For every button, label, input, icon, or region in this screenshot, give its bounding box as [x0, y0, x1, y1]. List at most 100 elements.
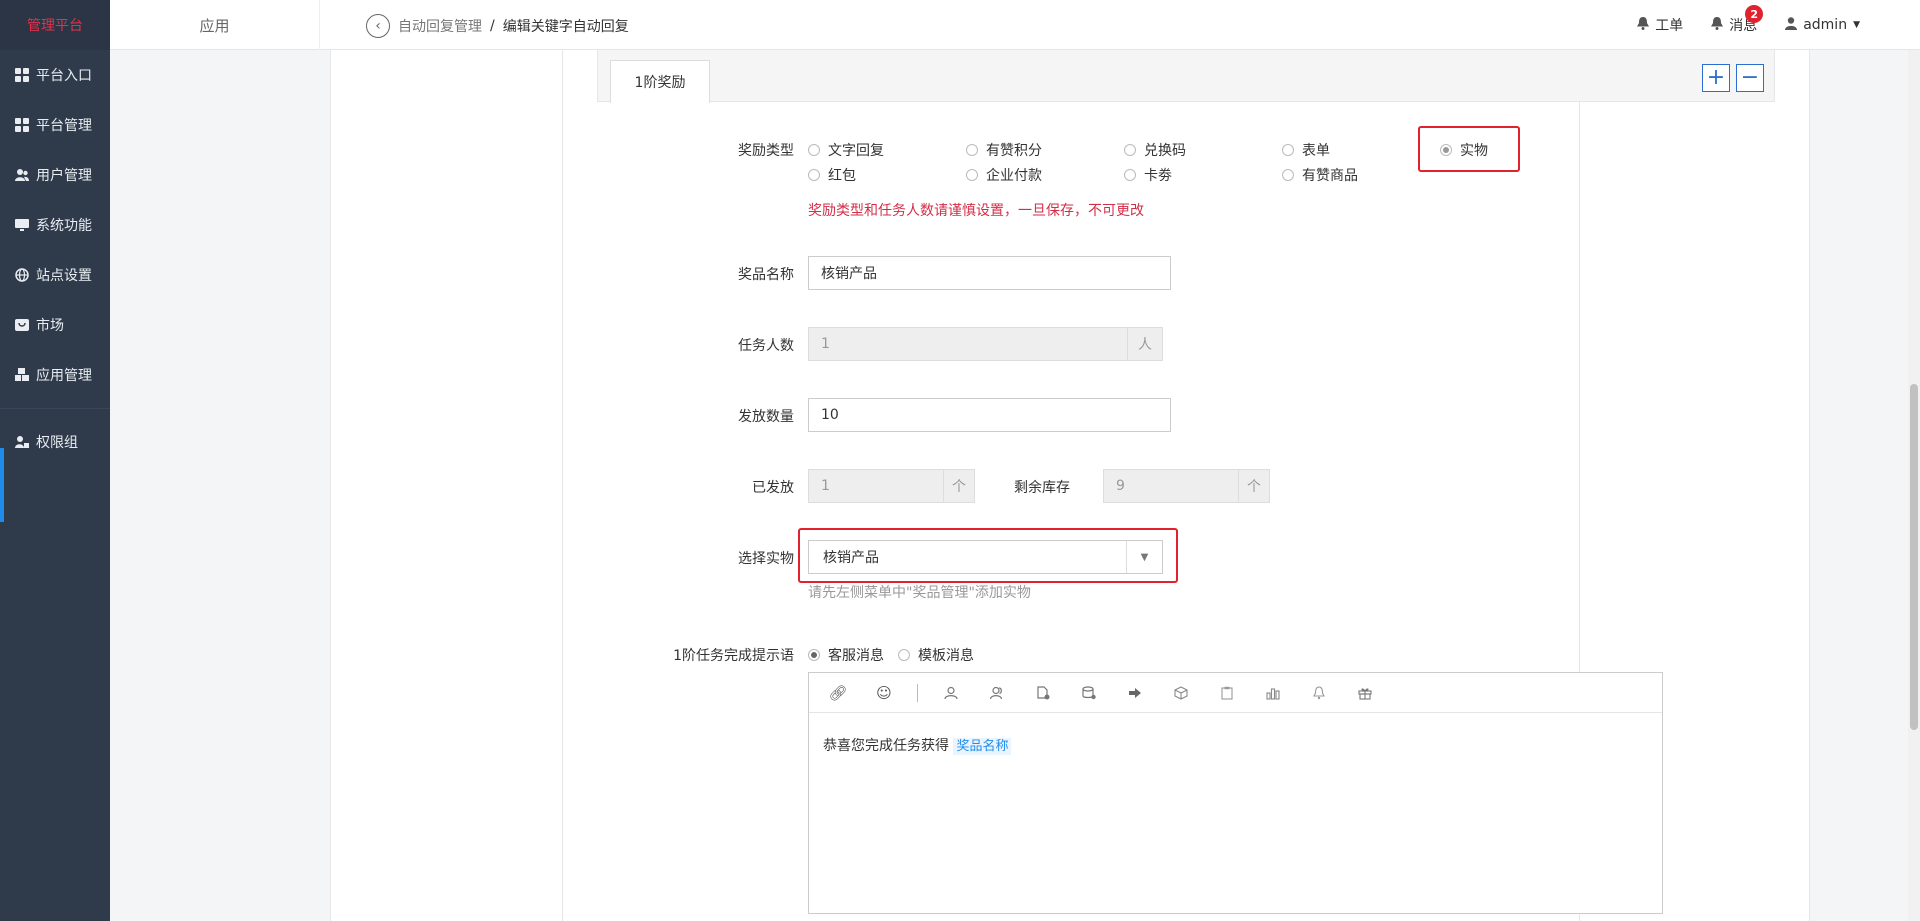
option-label: 模板消息 [918, 648, 974, 664]
bar-chart-icon[interactable] [1260, 680, 1286, 706]
brand-title[interactable]: 管理平台 [0, 0, 110, 50]
user-lock-icon [14, 434, 30, 450]
radio-icon [808, 169, 820, 181]
tab-app[interactable]: 应用 [110, 0, 320, 50]
option-label: 文字回复 [828, 143, 884, 159]
grid-icon [14, 117, 30, 133]
sidebar-active-indicator [0, 448, 4, 522]
option-label: 卡劵 [1144, 168, 1172, 184]
remove-tab-button[interactable]: − [1736, 64, 1764, 92]
option-label: 兑换码 [1144, 143, 1186, 159]
option-label: 有赞积分 [986, 143, 1042, 159]
sidebar-item-permission-group[interactable]: 权限组 [0, 417, 110, 467]
sidebar-item-app-manage[interactable]: 应用管理 [0, 350, 110, 400]
reward-type-option[interactable]: 企业付款 [966, 165, 1042, 185]
breadcrumb-separator: / [490, 18, 495, 34]
task-count-label: 任务人数 [738, 338, 794, 354]
radio-icon [808, 649, 820, 661]
top-header: 应用 ‹ 自动回复管理 / 编辑关键字自动回复 工单 消息 2 admin ▼ [110, 0, 1920, 50]
gift-icon[interactable] [1352, 680, 1378, 706]
reward-type-option[interactable]: 红包 [808, 165, 856, 185]
reward-type-option[interactable]: 表单 [1282, 140, 1330, 160]
option-label: 客服消息 [828, 648, 884, 664]
caret-down-icon: ▼ [1853, 20, 1860, 30]
reward-type-label: 奖励类型 [738, 143, 794, 159]
radio-icon [898, 649, 910, 661]
workorder-button[interactable]: 工单 [1637, 15, 1683, 35]
user-name: admin [1803, 17, 1848, 33]
workorder-label: 工单 [1655, 18, 1684, 34]
tab-reward-1[interactable]: 1阶奖励 [610, 60, 710, 103]
sidebar-item-market[interactable]: 市场 [0, 300, 110, 350]
bell-icon[interactable] [1306, 680, 1332, 706]
prize-name-tag[interactable]: 奖品名称 [953, 738, 1012, 755]
emoji-icon[interactable]: ☺ [871, 680, 897, 706]
sidebar-item-platform-entry[interactable]: 平台入口 [0, 50, 110, 100]
breadcrumb-current: 编辑关键字自动回复 [502, 19, 629, 35]
radio-icon [1282, 144, 1294, 156]
prompt-type-option-selected[interactable]: 客服消息 [808, 645, 884, 665]
prompt-type-option[interactable]: 模板消息 [898, 645, 974, 665]
add-tab-button[interactable]: + [1702, 64, 1730, 92]
reward-warning-text: 奖励类型和任务人数请谨慎设置，一旦保存，不可更改 [808, 203, 1144, 219]
document-settings-icon[interactable] [1030, 680, 1056, 706]
toolbar-divider [917, 683, 918, 702]
clipboard-icon[interactable] [1214, 680, 1240, 706]
sidebar-item-site-settings[interactable]: 站点设置 [0, 250, 110, 300]
option-label: 企业付款 [986, 168, 1042, 184]
user-icon[interactable] [938, 680, 964, 706]
prize-name-input[interactable]: 核销产品 [808, 256, 1171, 290]
cubes-icon [14, 367, 30, 383]
reward-tabs: 1阶奖励 + − [597, 50, 1775, 103]
radio-icon [808, 144, 820, 156]
issued-label: 已发放 [752, 480, 794, 496]
link-icon[interactable]: 🔗︎ [825, 680, 851, 706]
issue-count-input[interactable]: 10 [808, 398, 1171, 432]
task-count-input[interactable]: 1 [808, 327, 1128, 361]
task-count-unit: 人 [1127, 327, 1163, 361]
radio-icon [966, 169, 978, 181]
sidebar-item-system[interactable]: 系统功能 [0, 200, 110, 250]
sidebar-item-platform-manage[interactable]: 平台管理 [0, 100, 110, 150]
sidebar-item-label: 平台管理 [36, 118, 92, 134]
reward-type-option[interactable]: 有赞商品 [1282, 165, 1358, 185]
database-icon[interactable] [1076, 680, 1102, 706]
sidebar-item-user-manage[interactable]: 用户管理 [0, 150, 110, 200]
select-item-label: 选择实物 [738, 551, 794, 567]
users-icon[interactable] [984, 680, 1010, 706]
item-help-text: 请先左侧菜单中"奖品管理"添加实物 [808, 585, 1031, 601]
reward-type-option[interactable]: 兑换码 [1124, 140, 1186, 160]
reward-type-option[interactable]: 卡劵 [1124, 165, 1172, 185]
highlight-box [798, 528, 1178, 583]
highlight-box [1418, 126, 1520, 172]
message-editor[interactable]: 🔗︎ ☺ 恭喜您完成任务获得 奖品名称 [808, 672, 1663, 914]
bell-icon [1637, 16, 1650, 34]
messages-button[interactable]: 消息 2 [1711, 5, 1764, 35]
reward-type-option[interactable]: 文字回复 [808, 140, 884, 160]
issued-unit: 个 [943, 469, 975, 503]
stock-input[interactable]: 9 [1103, 469, 1239, 503]
message-count-badge: 2 [1745, 5, 1764, 23]
option-label: 红包 [828, 168, 856, 184]
breadcrumb: ‹ 自动回复管理 / 编辑关键字自动回复 [366, 14, 629, 38]
editor-body[interactable]: 恭喜您完成任务获得 奖品名称 [809, 713, 1662, 777]
user-menu[interactable]: admin ▼ [1785, 16, 1860, 34]
users-icon [14, 167, 30, 183]
issued-input[interactable]: 1 [808, 469, 944, 503]
prize-name-label: 奖品名称 [738, 267, 794, 283]
bell-icon [1711, 16, 1724, 34]
scrollbar[interactable] [1908, 50, 1920, 921]
reward-type-option[interactable]: 有赞积分 [966, 140, 1042, 160]
sidebar-item-label: 站点设置 [36, 268, 92, 284]
prompt-label: 1阶任务完成提示语 [673, 648, 794, 664]
sidebar-divider [0, 408, 110, 409]
radio-icon [1124, 169, 1136, 181]
breadcrumb-link[interactable]: 自动回复管理 [398, 16, 482, 36]
cube-icon[interactable] [1168, 680, 1194, 706]
sidebar-item-label: 市场 [36, 318, 64, 334]
back-icon[interactable]: ‹ [366, 14, 390, 38]
issue-count-label: 发放数量 [738, 409, 794, 425]
sidebar-item-label: 系统功能 [36, 218, 92, 234]
arrow-right-icon[interactable] [1122, 680, 1148, 706]
scrollbar-thumb[interactable] [1910, 384, 1918, 730]
